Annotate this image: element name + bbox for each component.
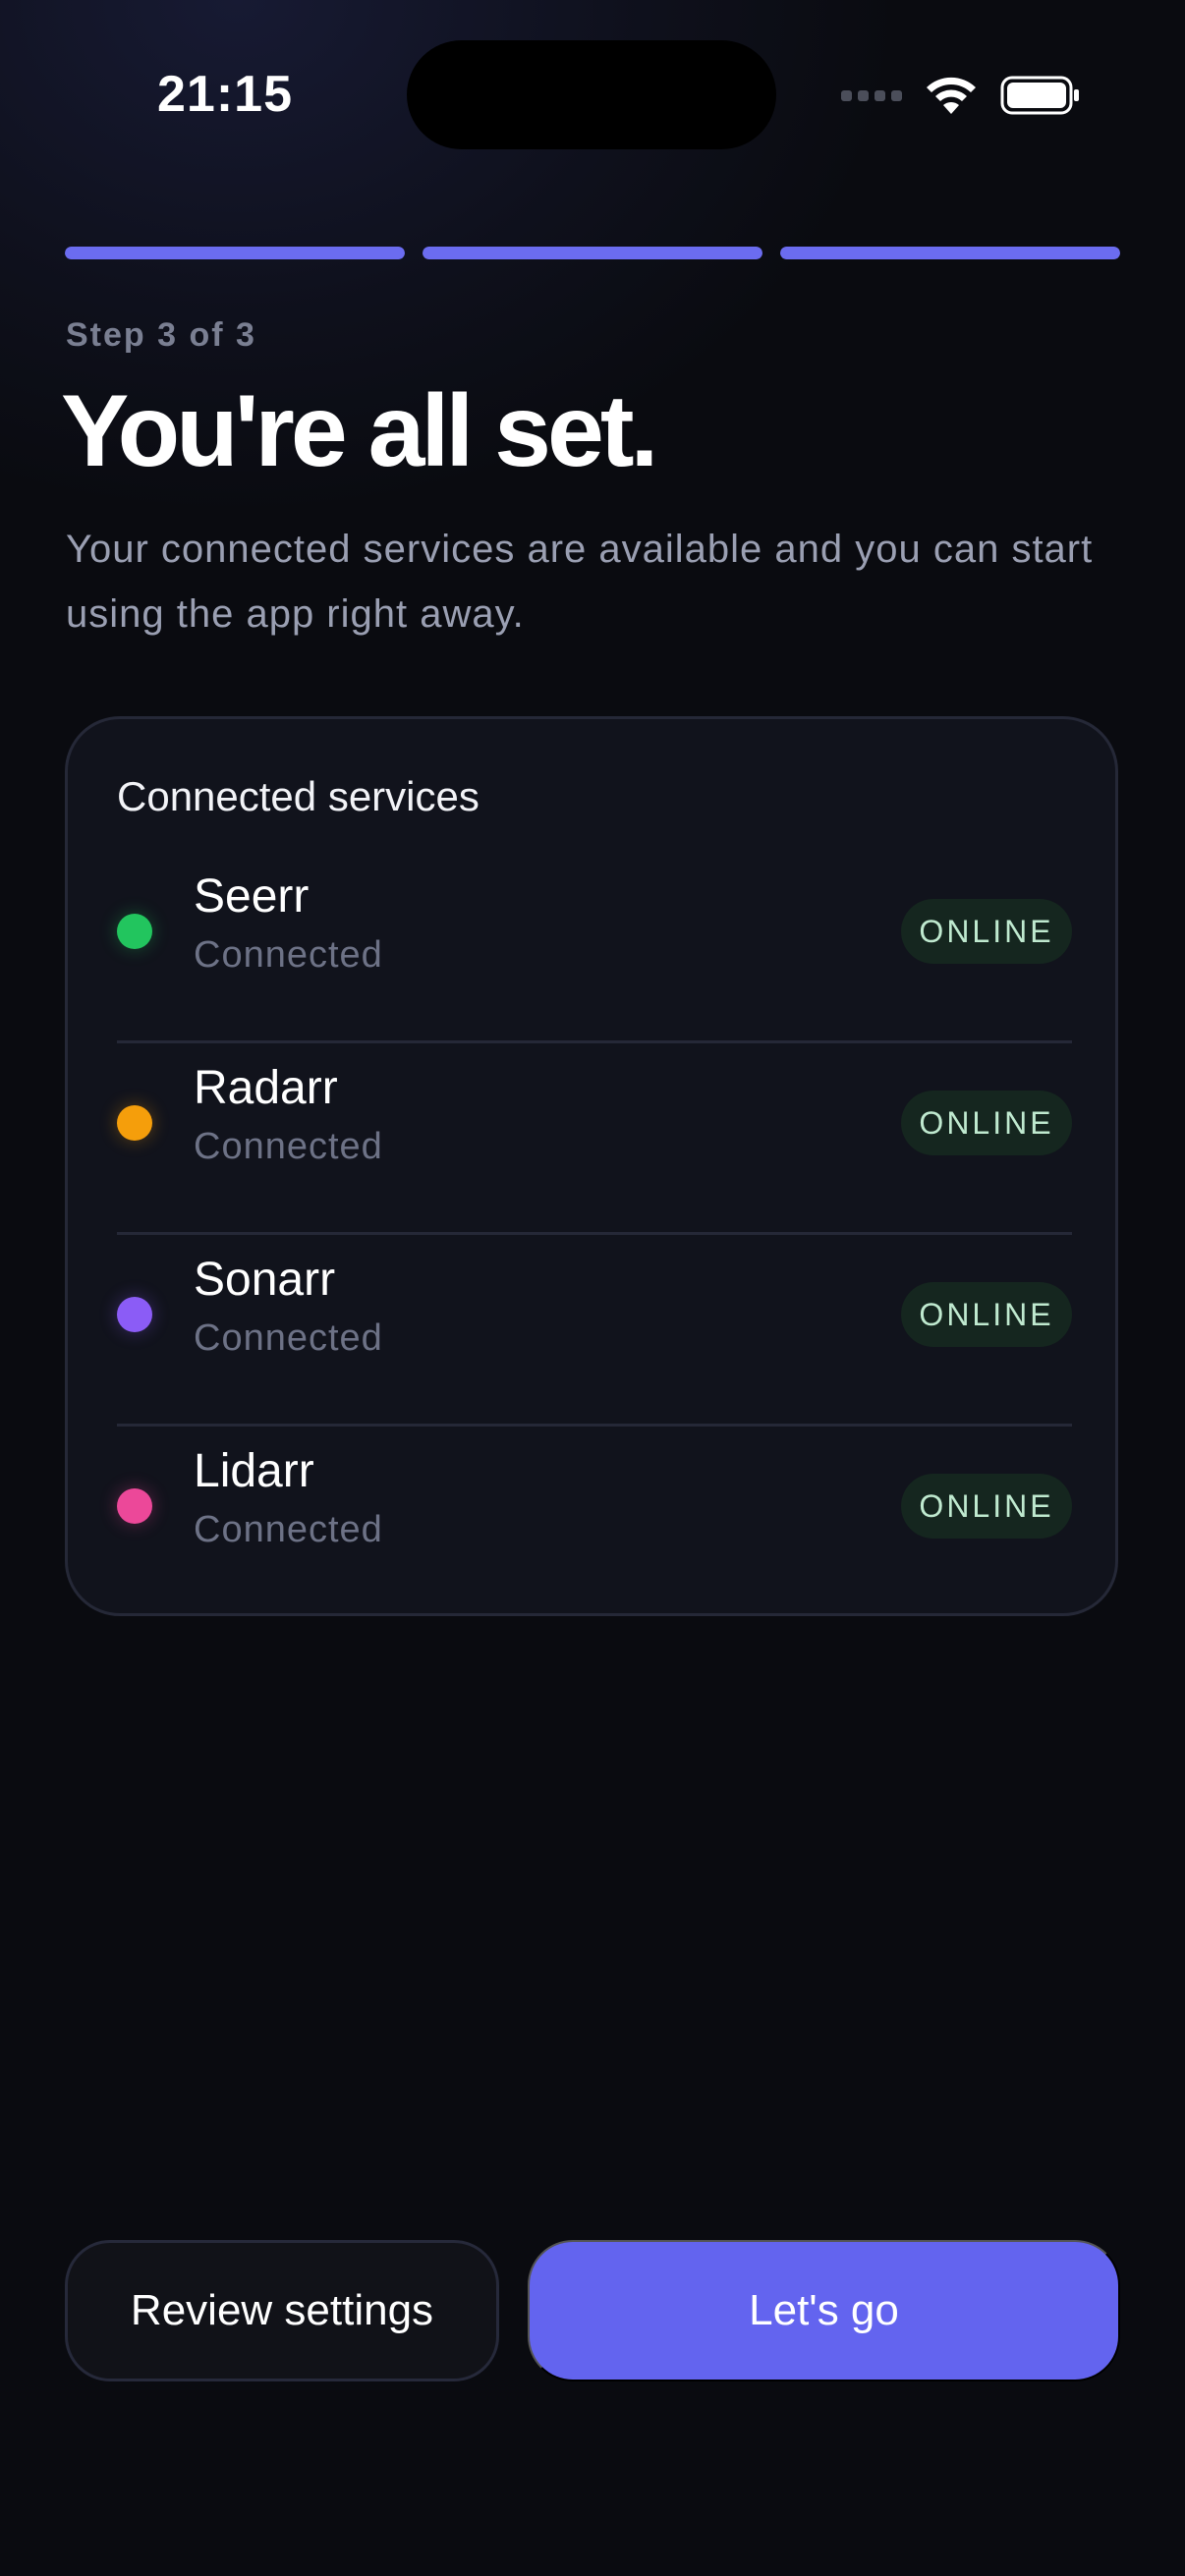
progress-segment-fill xyxy=(780,247,1120,259)
status-bar-time: 21:15 xyxy=(157,66,293,123)
lets-go-button[interactable]: Let's go xyxy=(528,2240,1120,2381)
page-title: You're all set. xyxy=(61,374,658,488)
service-name: Radarr xyxy=(194,1062,338,1114)
progress-segment-fill xyxy=(65,247,405,259)
service-connection-status: Connected xyxy=(194,1126,383,1167)
progress-segment xyxy=(423,247,762,259)
online-status-badge: ONLINE xyxy=(901,1282,1072,1347)
battery-icon xyxy=(1000,75,1081,116)
service-connection-status: Connected xyxy=(194,934,383,976)
connected-services-card: Connected services Seerr Connected ONLINE R… xyxy=(65,716,1118,1616)
page-subtitle: Your connected services are available an… xyxy=(66,528,1094,636)
service-row-seerr: Seerr Connected ONLINE xyxy=(117,850,1121,1041)
service-row-radarr: Radarr Connected ONLINE xyxy=(117,1041,1121,1233)
cellular-signal-icon xyxy=(841,89,902,101)
service-name: Sonarr xyxy=(194,1254,336,1306)
status-dot-icon xyxy=(117,1488,152,1524)
status-bar-icons xyxy=(841,71,1081,120)
step-indicator: Step 3 of 3 xyxy=(66,316,256,354)
service-name: Lidarr xyxy=(194,1445,314,1497)
wifi-icon xyxy=(927,77,976,114)
dynamic-island xyxy=(407,40,776,149)
service-row-lidarr: Lidarr Connected ONLINE xyxy=(117,1425,1121,1616)
online-status-badge: ONLINE xyxy=(901,899,1072,964)
status-dot-icon xyxy=(117,914,152,949)
progress-segment xyxy=(65,247,405,259)
status-dot-icon xyxy=(117,1297,152,1332)
service-connection-status: Connected xyxy=(194,1317,383,1359)
onboarding-complete-screen: 21:15 Step 3 of 3 You're all set. Your c… xyxy=(0,0,1185,2576)
online-status-badge: ONLINE xyxy=(901,1091,1072,1155)
service-name: Seerr xyxy=(194,870,310,923)
status-dot-icon xyxy=(117,1105,152,1141)
card-title: Connected services xyxy=(117,773,480,819)
progress-segment-fill xyxy=(423,247,762,259)
online-status-badge: ONLINE xyxy=(901,1474,1072,1539)
step-progress-bar xyxy=(65,247,1120,259)
review-settings-button[interactable]: Review settings xyxy=(65,2240,499,2381)
service-row-sonarr: Sonarr Connected ONLINE xyxy=(117,1233,1121,1425)
service-connection-status: Connected xyxy=(194,1509,383,1550)
progress-segment xyxy=(780,247,1120,259)
